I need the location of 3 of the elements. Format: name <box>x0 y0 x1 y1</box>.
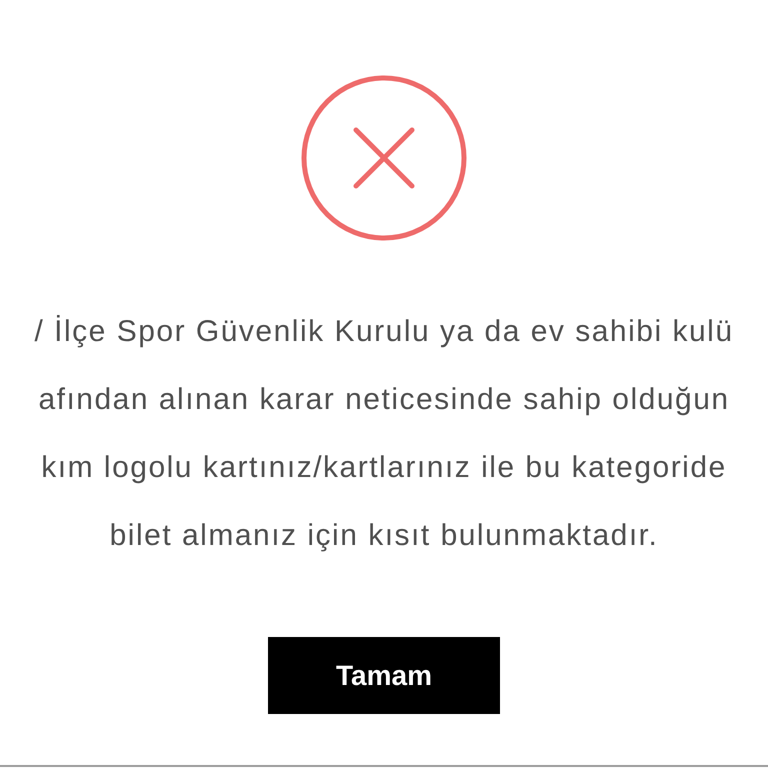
error-x-icon <box>301 75 467 241</box>
message-text: / İlçe Spor Güvenlik Kurulu ya da ev sahibi kulü afından alınan karar neticesinde sahip olduğun kım logolu kartınız/kartlarınız ile bu kategoride bilet almanız için kısıt bulunmaktadır. <box>34 314 734 554</box>
ok-button[interactable]: Tamam <box>268 637 500 714</box>
